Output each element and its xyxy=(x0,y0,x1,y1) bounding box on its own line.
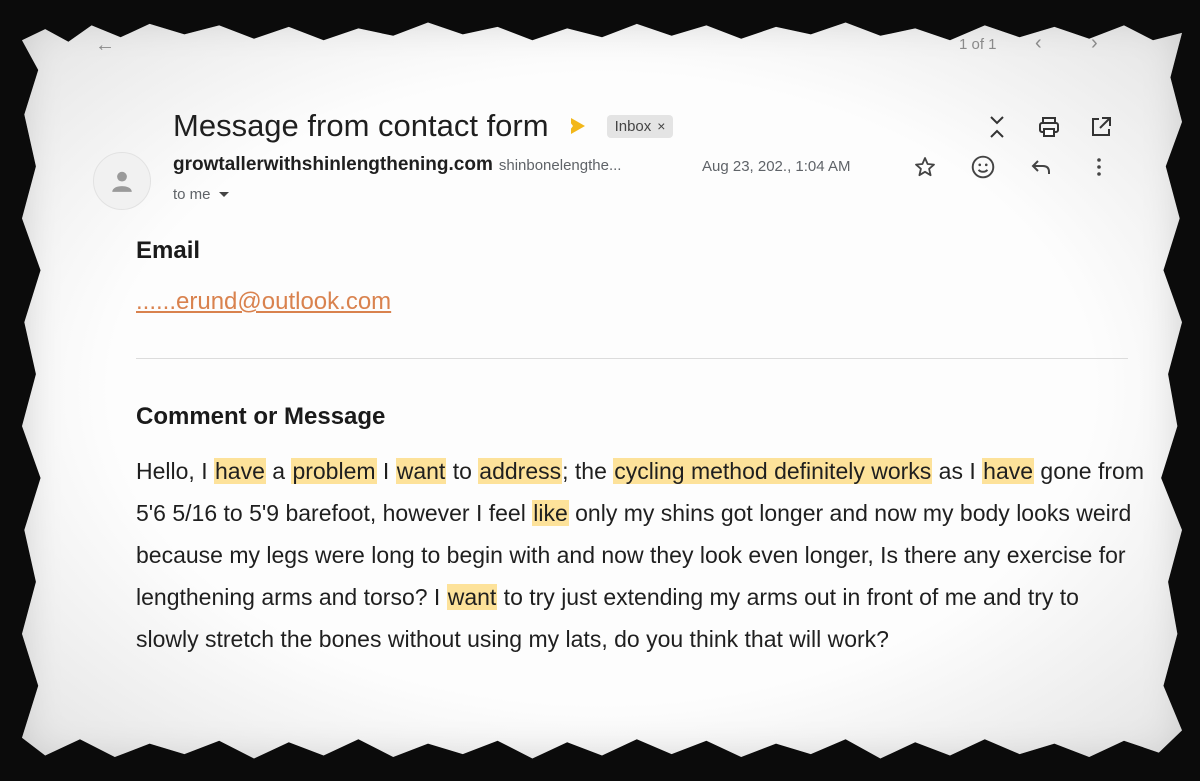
caret-down-icon xyxy=(218,192,229,197)
prev-icon[interactable]: ‹ xyxy=(1035,32,1042,55)
highlighted-word: want xyxy=(446,584,498,610)
print-icon[interactable] xyxy=(1034,112,1064,142)
highlighted-word: want xyxy=(395,458,447,484)
avatar-person-icon xyxy=(112,171,132,192)
recipient-label: to me xyxy=(173,186,211,203)
message-text: to xyxy=(446,458,479,484)
highlighted-word: cycling method definitely works xyxy=(613,458,933,484)
highlighted-word: like xyxy=(532,500,569,526)
comment-field-label: Comment or Message xyxy=(136,403,386,430)
highlighted-word: have xyxy=(982,458,1035,484)
more-vert-icon[interactable] xyxy=(1084,152,1114,182)
close-icon[interactable]: × xyxy=(657,118,665,134)
highlighted-word: have xyxy=(213,458,266,484)
message-body: Hello, I have a problem I want to addres… xyxy=(136,450,1146,660)
inbox-label-chip[interactable]: Inbox × xyxy=(606,114,674,138)
subject-row: Message from contact form Inbox × xyxy=(173,106,674,146)
sender-name: growtallerwithshinlengthening.com xyxy=(173,154,493,175)
open-in-new-icon[interactable] xyxy=(1086,112,1116,142)
message-text: ; the xyxy=(562,458,614,484)
back-icon[interactable]: ← xyxy=(95,34,115,57)
emoji-icon[interactable] xyxy=(968,152,998,182)
message-text: a xyxy=(265,458,292,484)
highlighted-word: address xyxy=(478,458,563,484)
divider xyxy=(136,358,1128,359)
message-actions xyxy=(910,152,1114,182)
timestamp: Aug 23, 202., 1:04 AM xyxy=(702,158,851,175)
message-text: Hello, I xyxy=(136,458,214,484)
message-text: as I xyxy=(932,458,983,484)
reply-icon[interactable] xyxy=(1026,152,1056,182)
pager-count: 1 of 1 xyxy=(959,36,997,53)
top-toolbar: ← 1 of 1 ‹ › xyxy=(95,30,1115,60)
message-text: I xyxy=(376,458,396,484)
next-icon[interactable]: › xyxy=(1091,32,1098,55)
email-subject: Message from contact form xyxy=(173,108,549,143)
avatar[interactable] xyxy=(93,152,151,210)
sender-row: growtallerwithshinlengthening.com shinbo… xyxy=(173,154,621,176)
sender-email: shinbonelengthe... xyxy=(498,157,622,174)
star-icon[interactable] xyxy=(910,152,940,182)
inbox-chip-label: Inbox xyxy=(614,117,652,135)
contact-email-link[interactable]: ......erund@outlook.com xyxy=(136,288,391,316)
highlighted-word: problem xyxy=(291,458,377,484)
email-field-label: Email xyxy=(136,237,201,264)
header-actions xyxy=(982,112,1116,142)
recipient-dropdown[interactable]: to me xyxy=(173,186,229,203)
importance-icon[interactable] xyxy=(566,118,585,134)
screenshot-stage: ← 1 of 1 ‹ › Message from contact form I… xyxy=(0,0,1200,781)
expand-collapse-icon[interactable] xyxy=(982,112,1012,142)
